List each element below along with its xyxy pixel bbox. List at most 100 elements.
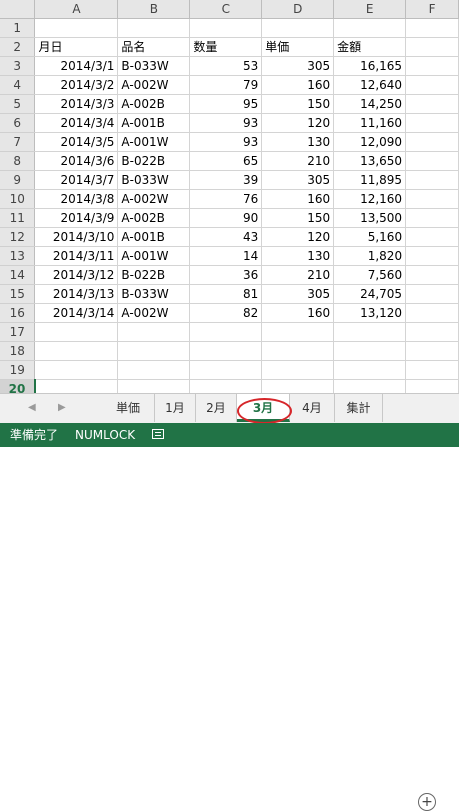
cell[interactable]: 1,820 bbox=[333, 246, 407, 266]
row-header[interactable]: 19 bbox=[0, 360, 36, 380]
cell[interactable]: A-002B bbox=[117, 208, 191, 228]
cell[interactable]: A-002B bbox=[117, 94, 191, 114]
row-header[interactable]: 1 bbox=[0, 18, 36, 38]
cell[interactable] bbox=[333, 322, 407, 342]
cell[interactable] bbox=[405, 113, 459, 133]
cell[interactable]: 12,160 bbox=[333, 189, 407, 209]
column-header[interactable]: C bbox=[189, 0, 263, 19]
record-macro-icon[interactable] bbox=[152, 429, 164, 439]
cell[interactable] bbox=[405, 18, 459, 38]
row-header[interactable]: 14 bbox=[0, 265, 36, 285]
column-header[interactable]: A bbox=[34, 0, 119, 19]
cell[interactable]: 2014/3/2 bbox=[34, 75, 119, 95]
cell[interactable]: 120 bbox=[261, 227, 335, 247]
cell[interactable] bbox=[117, 360, 191, 380]
cell[interactable]: 金額 bbox=[333, 37, 407, 57]
cell[interactable]: 130 bbox=[261, 132, 335, 152]
cell[interactable]: 2014/3/7 bbox=[34, 170, 119, 190]
sheet-tab[interactable]: 単価 bbox=[102, 394, 155, 422]
cell[interactable]: 160 bbox=[261, 303, 335, 323]
cell[interactable]: B-022B bbox=[117, 151, 191, 171]
cell[interactable]: 305 bbox=[261, 284, 335, 304]
cell[interactable] bbox=[333, 18, 407, 38]
cell[interactable]: 39 bbox=[189, 170, 263, 190]
cell[interactable]: 24,705 bbox=[333, 284, 407, 304]
row-header[interactable]: 15 bbox=[0, 284, 36, 304]
select-all-corner[interactable] bbox=[0, 0, 36, 19]
cell[interactable]: 2014/3/4 bbox=[34, 113, 119, 133]
cell[interactable] bbox=[34, 360, 119, 380]
cell[interactable] bbox=[405, 94, 459, 114]
cell[interactable] bbox=[405, 208, 459, 228]
cell[interactable]: 210 bbox=[261, 265, 335, 285]
sheet-tab[interactable]: 3月 bbox=[237, 394, 290, 422]
cell[interactable] bbox=[405, 170, 459, 190]
cell[interactable] bbox=[117, 341, 191, 361]
cell[interactable]: 12,090 bbox=[333, 132, 407, 152]
row-header[interactable]: 12 bbox=[0, 227, 36, 247]
row-header[interactable]: 13 bbox=[0, 246, 36, 266]
cell[interactable]: 150 bbox=[261, 94, 335, 114]
row-header[interactable]: 11 bbox=[0, 208, 36, 228]
cell[interactable]: 90 bbox=[189, 208, 263, 228]
sheet-tab[interactable]: 1月 bbox=[155, 394, 196, 422]
cell[interactable]: 43 bbox=[189, 227, 263, 247]
cell[interactable]: 11,895 bbox=[333, 170, 407, 190]
cell[interactable] bbox=[189, 322, 263, 342]
cell[interactable]: A-002W bbox=[117, 303, 191, 323]
cell[interactable]: 2014/3/13 bbox=[34, 284, 119, 304]
cell[interactable]: A-001W bbox=[117, 132, 191, 152]
cell[interactable]: 120 bbox=[261, 113, 335, 133]
cell[interactable]: 2014/3/9 bbox=[34, 208, 119, 228]
cell[interactable] bbox=[405, 189, 459, 209]
cell[interactable]: 7,560 bbox=[333, 265, 407, 285]
cell[interactable]: 130 bbox=[261, 246, 335, 266]
next-sheet-icon[interactable]: ▶ bbox=[58, 402, 66, 413]
cell[interactable] bbox=[34, 322, 119, 342]
cell[interactable]: 13,120 bbox=[333, 303, 407, 323]
cell[interactable] bbox=[405, 227, 459, 247]
row-header[interactable]: 7 bbox=[0, 132, 36, 152]
row-header[interactable]: 16 bbox=[0, 303, 36, 323]
cell[interactable] bbox=[261, 322, 335, 342]
cell[interactable] bbox=[405, 265, 459, 285]
cell[interactable]: 95 bbox=[189, 94, 263, 114]
sheet-tab[interactable]: 4月 bbox=[290, 394, 335, 422]
cell[interactable] bbox=[405, 303, 459, 323]
spreadsheet-grid[interactable]: A B C D E F 1 2 月日 品名 数量 単価 金額 3 2014/3/1 B-033W 53 305 16… bbox=[0, 0, 459, 399]
cell[interactable]: B-033W bbox=[117, 56, 191, 76]
cell[interactable]: 2014/3/10 bbox=[34, 227, 119, 247]
cell[interactable] bbox=[189, 360, 263, 380]
cell[interactable] bbox=[34, 18, 119, 38]
cell[interactable] bbox=[261, 341, 335, 361]
cell[interactable]: B-033W bbox=[117, 170, 191, 190]
cell[interactable] bbox=[405, 151, 459, 171]
cell[interactable]: 2014/3/8 bbox=[34, 189, 119, 209]
cell[interactable]: 53 bbox=[189, 56, 263, 76]
cell[interactable]: 13,500 bbox=[333, 208, 407, 228]
cell[interactable] bbox=[34, 341, 119, 361]
add-sheet-icon[interactable]: + bbox=[418, 793, 436, 811]
cell[interactable]: 2014/3/5 bbox=[34, 132, 119, 152]
cell[interactable]: 14 bbox=[189, 246, 263, 266]
cell[interactable]: 2014/3/6 bbox=[34, 151, 119, 171]
cell[interactable] bbox=[405, 56, 459, 76]
cell[interactable] bbox=[333, 341, 407, 361]
row-header[interactable]: 6 bbox=[0, 113, 36, 133]
cell[interactable] bbox=[405, 132, 459, 152]
cell[interactable]: A-002W bbox=[117, 75, 191, 95]
cell[interactable]: 305 bbox=[261, 170, 335, 190]
cell[interactable]: A-002W bbox=[117, 189, 191, 209]
cell[interactable]: 82 bbox=[189, 303, 263, 323]
cell[interactable]: 5,160 bbox=[333, 227, 407, 247]
cell[interactable] bbox=[405, 246, 459, 266]
cell[interactable] bbox=[405, 322, 459, 342]
cell[interactable]: 150 bbox=[261, 208, 335, 228]
sheet-tab[interactable]: 2月 bbox=[196, 394, 237, 422]
cell[interactable]: A-001W bbox=[117, 246, 191, 266]
cell[interactable]: 93 bbox=[189, 132, 263, 152]
cell[interactable]: 79 bbox=[189, 75, 263, 95]
cell[interactable]: 12,640 bbox=[333, 75, 407, 95]
row-header[interactable]: 5 bbox=[0, 94, 36, 114]
row-header[interactable]: 4 bbox=[0, 75, 36, 95]
